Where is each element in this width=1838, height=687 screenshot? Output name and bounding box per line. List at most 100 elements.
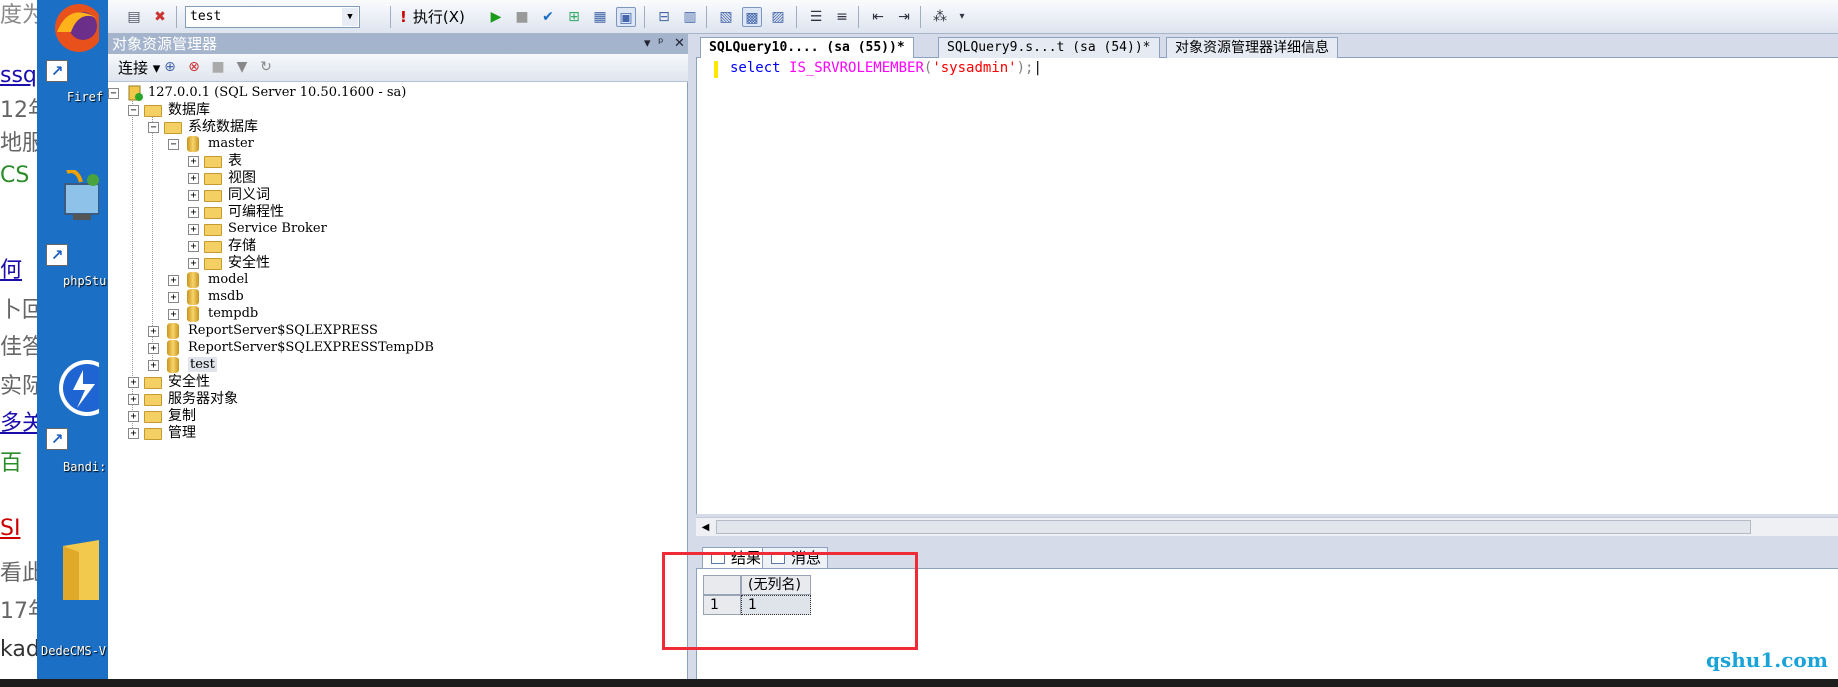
expand-icon[interactable]: + <box>128 411 139 422</box>
save-icon[interactable]: ▣ <box>616 7 636 27</box>
folder-icon <box>204 241 222 253</box>
folder-icon <box>204 190 222 202</box>
debug-play-icon[interactable]: ▶ <box>486 7 506 27</box>
scrollbar-thumb[interactable] <box>716 520 1751 534</box>
specify-values-icon[interactable]: ⁂ <box>930 7 950 27</box>
folder-icon <box>204 224 222 236</box>
sql-editor-toolbar: ▤ ✖ test ▼ ! 执行(X) ▶ ■ ✔ ⊞ ▦ ▣ ⊟ ▥ ▧ ▩ ▨ … <box>108 0 1838 34</box>
folder-icon <box>144 105 162 117</box>
desktop-icon-label: phpStu <box>63 274 107 288</box>
disconnect-icon[interactable]: ✖ <box>150 7 170 27</box>
results-to-icon[interactable]: ▤ <box>124 7 144 27</box>
include-plan-icon[interactable]: ⊟ <box>654 7 674 27</box>
expand-icon[interactable]: + <box>188 224 199 235</box>
bg-link[interactable]: ssq <box>0 62 37 90</box>
expand-icon[interactable]: + <box>168 275 179 286</box>
results-to-text-icon[interactable]: ▧ <box>716 7 736 27</box>
collapse-icon[interactable]: − <box>168 139 179 150</box>
uncomment-icon[interactable]: ≡ <box>832 7 852 27</box>
bg-text: 地服 <box>0 131 40 156</box>
filter-icon[interactable]: ▼ <box>232 57 252 77</box>
folder-icon <box>204 156 222 168</box>
connect-button[interactable]: 连接 ▾ <box>118 58 160 78</box>
stop-icon[interactable]: ■ <box>512 7 532 27</box>
bg-text: 看此 <box>0 561 40 586</box>
pin-menu-icon[interactable]: ▾ <box>644 34 651 54</box>
object-explorer-title: 对象资源管理器 <box>112 35 218 53</box>
database-icon <box>187 272 199 288</box>
database-icon <box>167 340 179 356</box>
folder-icon <box>144 377 162 389</box>
expand-icon[interactable]: + <box>188 173 199 184</box>
computer-icon <box>64 170 99 220</box>
parse-check-icon[interactable]: ✔ <box>538 7 558 27</box>
collapse-icon[interactable]: − <box>128 105 139 116</box>
expand-icon[interactable]: + <box>168 309 179 320</box>
connect-object-icon[interactable]: ⊕ <box>160 57 180 77</box>
expand-icon[interactable]: + <box>128 377 139 388</box>
decrease-indent-icon[interactable]: ⇤ <box>868 7 888 27</box>
stop-icon[interactable]: ■ <box>208 57 228 77</box>
highlight-box <box>662 552 918 650</box>
expand-icon[interactable]: + <box>188 207 199 218</box>
desktop-icon-label: Bandi: <box>63 460 107 474</box>
tab-sqlquery10[interactable]: SQLQuery10.... (sa (55))* <box>700 37 914 59</box>
tab-object-explorer-details[interactable]: 对象资源管理器详细信息 <box>1166 37 1338 58</box>
desktop-icon-label: DedeCMS-V <box>41 644 107 658</box>
collapse-icon[interactable]: − <box>148 122 159 133</box>
scroll-left-icon[interactable]: ◀ <box>698 520 713 535</box>
expand-icon[interactable]: + <box>188 156 199 167</box>
results-to-file-icon[interactable]: ▨ <box>768 7 788 27</box>
expand-icon[interactable]: + <box>188 258 199 269</box>
object-explorer-title-bar: 对象资源管理器 ▾ ᵖ ✕ <box>108 34 688 54</box>
expand-icon[interactable]: + <box>188 241 199 252</box>
folder-icon <box>164 122 182 134</box>
shortcut-arrow-icon: ↗ <box>46 428 68 450</box>
folder-icon <box>63 540 99 600</box>
results-to-grid-icon[interactable]: ▩ <box>742 7 762 27</box>
database-select[interactable]: test ▼ <box>185 6 360 28</box>
sql-editor[interactable]: select IS_SRVROLEMEMBER('sysadmin');| <box>696 58 1838 514</box>
expand-icon[interactable]: + <box>168 292 179 303</box>
expand-icon[interactable]: + <box>128 428 139 439</box>
watermark: qshu1.com <box>1706 648 1828 672</box>
close-icon[interactable]: ✕ <box>674 34 685 54</box>
database-icon <box>187 289 199 305</box>
pin-icon[interactable]: ᵖ <box>658 34 664 54</box>
client-stats-icon[interactable]: ▥ <box>680 7 700 27</box>
shortcut-arrow-icon: ↗ <box>46 60 68 82</box>
bg-text: 度为 <box>0 3 40 28</box>
disconnect-icon[interactable]: ⊗ <box>184 57 204 77</box>
execute-label: 执行(X) <box>412 8 465 26</box>
expand-icon[interactable]: + <box>148 326 159 337</box>
expand-icon[interactable]: + <box>148 343 159 354</box>
collapse-icon[interactable]: − <box>108 88 119 99</box>
bg-link[interactable]: 多关 <box>0 410 40 438</box>
display-plan-icon[interactable]: ⊞ <box>564 7 584 27</box>
expand-icon[interactable]: + <box>188 190 199 201</box>
toolbar-separator <box>920 6 921 28</box>
bg-link[interactable]: SI <box>0 515 20 543</box>
expand-icon[interactable]: + <box>128 394 139 405</box>
toolbar-overflow-icon[interactable]: ▾ <box>952 7 972 27</box>
refresh-icon[interactable]: ↻ <box>256 57 276 77</box>
object-explorer-panel: 对象资源管理器 ▾ ᵖ ✕ 连接 ▾ ⊕ ⊗ ■ ▼ ↻ − 127.0.0.1… <box>108 34 688 687</box>
editor-horizontal-scrollbar[interactable]: ◀ <box>696 517 1838 536</box>
execute-button[interactable]: ! 执行(X) <box>400 6 465 28</box>
query-designer-icon[interactable]: ▦ <box>590 7 610 27</box>
tab-sqlquery9[interactable]: SQLQuery9.s...t (sa (54))* <box>938 37 1160 58</box>
database-icon <box>187 306 199 322</box>
expand-icon[interactable]: + <box>148 360 159 371</box>
bg-text: 实际 <box>0 374 40 399</box>
database-icon <box>167 323 179 339</box>
toolbar-separator <box>176 6 177 28</box>
comment-icon[interactable]: ☰ <box>806 7 826 27</box>
bg-link[interactable]: 何 <box>0 257 22 285</box>
bg-text: kad <box>0 637 40 662</box>
sql-function: IS_SRVROLEMEMBER <box>789 60 924 76</box>
bandizip-icon <box>59 360 99 416</box>
toolbar-separator <box>644 6 645 28</box>
text-cursor: | <box>1033 60 1042 76</box>
increase-indent-icon[interactable]: ⇥ <box>894 7 914 27</box>
chevron-down-icon[interactable]: ▼ <box>342 8 358 26</box>
